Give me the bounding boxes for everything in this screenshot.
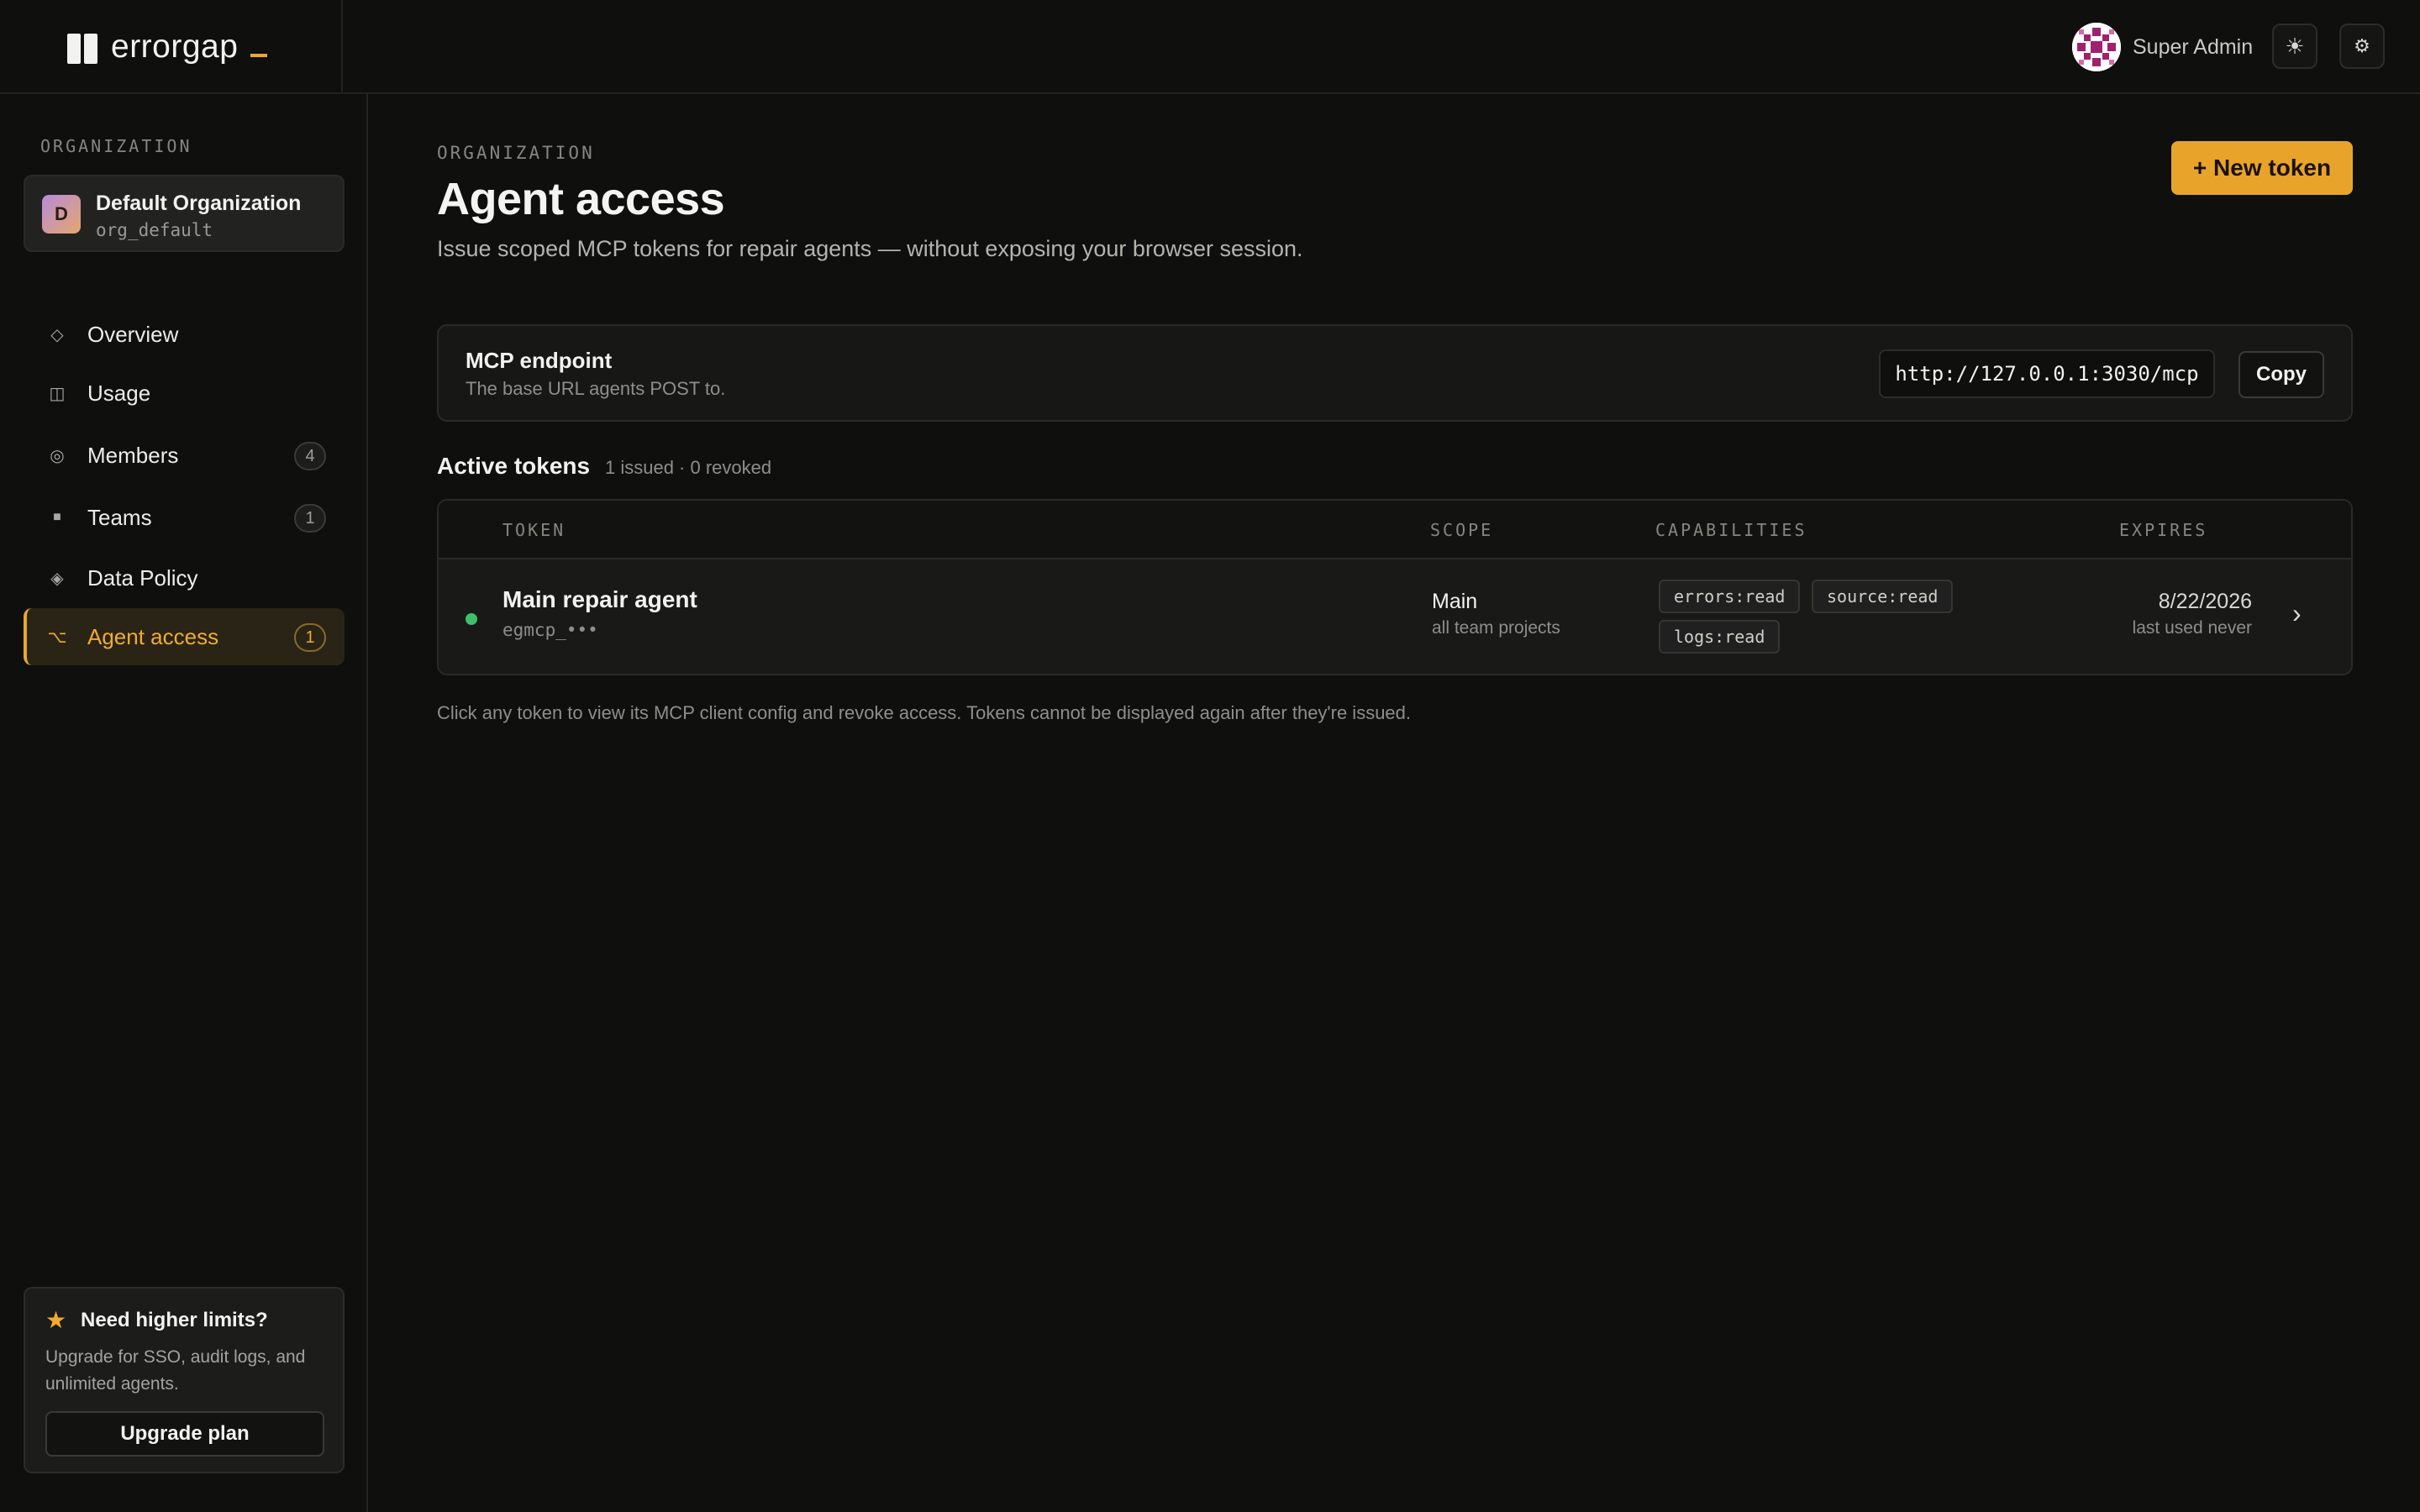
org-switcher[interactable]: D Default Organization org_default [24, 175, 345, 252]
agent-access-count-badge: 1 [294, 623, 326, 652]
capability-chip: errors:read [1659, 580, 1801, 613]
new-token-button[interactable]: + New token [2171, 141, 2353, 195]
endpoint-url-field[interactable]: http://127.0.0.1:3030/mcp [1879, 349, 2215, 398]
settings-button[interactable]: ⚙ [2339, 24, 2385, 69]
endpoint-subtitle: The base URL agents POST to. [466, 378, 726, 399]
sidebar-item-data-policy[interactable]: ◈ Data Policy [24, 549, 345, 606]
columns-icon: ◫ [49, 384, 66, 403]
gear-icon: ⚙ [2354, 35, 2370, 56]
sidebar: ORGANIZATION D Default Organization org_… [0, 94, 368, 1512]
avatar[interactable] [2072, 23, 2121, 71]
chevron-right-icon[interactable]: › [2292, 596, 2302, 630]
sidebar-item-label: Usage [87, 381, 151, 406]
page-eyebrow: ORGANIZATION [437, 143, 595, 163]
sidebar-item-label: Members [87, 443, 179, 468]
org-id: org_default [96, 220, 213, 240]
table-header: TOKEN SCOPE CAPABILITIES EXPIRES [439, 501, 2351, 559]
sidebar-item-teams[interactable]: ■ Teams 1 [24, 489, 345, 546]
sun-icon: ☀ [2285, 33, 2305, 59]
token-scope: Main [1432, 590, 1478, 613]
token-last-used: last used never [2132, 618, 2252, 638]
sidebar-item-agent-access[interactable]: ⌥ Agent access 1 [24, 608, 345, 665]
brand-area: errorgap [0, 0, 343, 92]
page-description: Issue scoped MCP tokens for repair agent… [437, 236, 1303, 261]
sidebar-item-label: Teams [87, 505, 152, 530]
endpoint-title: MCP endpoint [466, 348, 613, 373]
circle-ring-icon: ◎ [50, 446, 65, 465]
sidebar-item-overview[interactable]: ◇ Overview [24, 306, 345, 363]
tokens-meta: 1 issued · 0 revoked [605, 457, 772, 478]
active-tokens-heading: Active tokens [437, 453, 591, 479]
sidebar-item-usage[interactable]: ◫ Usage [24, 365, 345, 422]
star-icon: ★ [45, 1307, 67, 1333]
status-dot-icon [466, 613, 477, 625]
token-name: Main repair agent [502, 586, 697, 612]
tokens-table: TOKEN SCOPE CAPABILITIES EXPIRES Main re… [437, 499, 2353, 675]
sidebar-item-label: Overview [87, 322, 179, 347]
column-header-token: TOKEN [502, 520, 566, 540]
square-icon: ■ [53, 510, 61, 524]
option-key-icon: ⌥ [47, 627, 67, 647]
upgrade-title: Need higher limits? [81, 1309, 268, 1331]
column-header-scope: SCOPE [1430, 520, 1494, 540]
main-content: ORGANIZATION Agent access Issue scoped M… [370, 94, 2420, 1512]
org-name: Default Organization [96, 192, 302, 215]
token-scope-detail: all team projects [1432, 618, 1560, 638]
brand-name: errorgap [111, 29, 239, 65]
logo-cursor-icon [250, 54, 267, 57]
members-count-badge: 4 [294, 442, 326, 470]
sidebar-item-label: Agent access [87, 624, 219, 649]
org-badge: D [42, 195, 81, 234]
page-title: Agent access [437, 174, 725, 224]
tokens-footnote: Click any token to view its MCP client c… [437, 702, 1412, 723]
diamond-outline-icon: ◇ [50, 325, 64, 344]
teams-count-badge: 1 [294, 504, 326, 533]
copy-button[interactable]: Copy [2238, 351, 2324, 398]
mcp-endpoint-card: MCP endpoint The base URL agents POST to… [437, 324, 2353, 422]
upgrade-plan-button[interactable]: Upgrade plan [45, 1411, 324, 1457]
token-prefix: egmcp_••• [502, 620, 598, 640]
column-header-expires: EXPIRES [2119, 520, 2208, 540]
column-header-capabilities: CAPABILITIES [1655, 520, 1807, 540]
sidebar-item-members[interactable]: ◎ Members 4 [24, 427, 345, 484]
diamond-dot-icon: ◈ [50, 569, 64, 588]
capability-chip: logs:read [1659, 620, 1781, 654]
top-bar: errorgap Super Admin ☀ ⚙ [0, 0, 2420, 94]
theme-toggle-button[interactable]: ☀ [2272, 24, 2317, 69]
capability-chip: source:read [1812, 580, 1954, 613]
upgrade-card: ★ Need higher limits? Upgrade for SSO, a… [24, 1287, 345, 1473]
sidebar-section-label: ORGANIZATION [40, 136, 192, 156]
table-row[interactable]: Main repair agent egmcp_••• Main all tea… [439, 559, 2351, 674]
upgrade-text: Upgrade for SSO, audit logs, and unlimit… [45, 1347, 306, 1394]
user-name[interactable]: Super Admin [2133, 32, 2253, 62]
logo-icon [67, 34, 99, 64]
token-expiry: 8/22/2026 [2158, 590, 2252, 613]
sidebar-item-label: Data Policy [87, 565, 198, 591]
